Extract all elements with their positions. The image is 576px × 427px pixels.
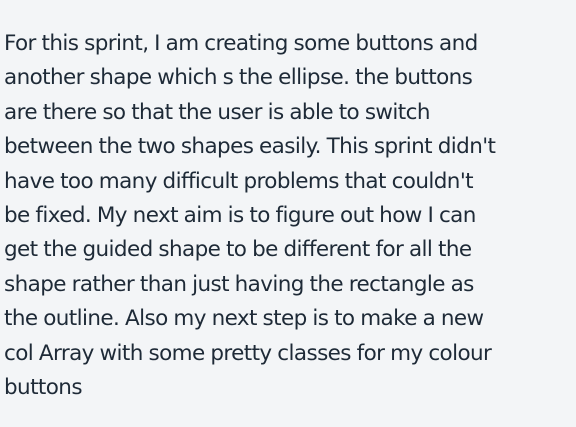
post-viewport: For this sprint, I am creating some butt… (0, 0, 576, 427)
post-text-line: shape rather than just having the rectan… (4, 271, 474, 297)
post-body-text: For this sprint, I am creating some butt… (4, 27, 570, 405)
post-text-line: be fixed. My next aim is to figure out h… (4, 202, 476, 228)
post-text-line: buttons (4, 374, 83, 400)
post-text-line: have too many difficult problems that co… (4, 168, 474, 194)
post-text-line: another shape which s the ellipse. the b… (4, 65, 473, 91)
post-text-line: are there so that the user is able to sw… (4, 99, 430, 125)
post-text-line: between the two shapes easily. This spri… (4, 134, 496, 160)
post-text-line: For this sprint, I am creating some butt… (4, 31, 478, 56)
post-text-line: col Array with some pretty classes for m… (4, 340, 492, 366)
post-text-line: the outline. Also my next step is to mak… (4, 306, 484, 332)
post-text-line: get the guided shape to be different for… (4, 237, 472, 263)
